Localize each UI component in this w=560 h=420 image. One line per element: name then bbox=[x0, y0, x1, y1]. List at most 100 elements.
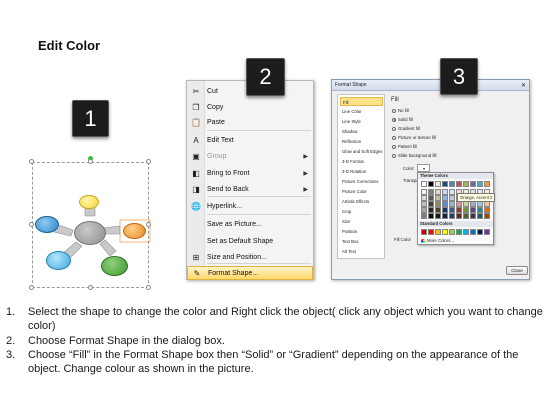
color-swatch[interactable] bbox=[463, 181, 469, 187]
fill-option-gradient-fill[interactable]: Gradient fill bbox=[392, 125, 420, 132]
radio-button[interactable] bbox=[392, 117, 396, 122]
fill-option-solid-fill[interactable]: Solid fill bbox=[392, 116, 413, 123]
menu-item-edit-text[interactable]: A Edit Text bbox=[187, 133, 313, 147]
color-swatch[interactable] bbox=[456, 213, 462, 219]
radio-button[interactable] bbox=[392, 108, 396, 113]
instruction-number: 3. bbox=[6, 348, 16, 361]
color-swatch[interactable] bbox=[484, 229, 490, 235]
color-swatch[interactable] bbox=[442, 181, 448, 187]
dialog-titlebar: Format Shape ✕ bbox=[332, 80, 529, 91]
color-swatch[interactable] bbox=[435, 181, 441, 187]
color-swatch[interactable] bbox=[463, 229, 469, 235]
instruction-number: 2. bbox=[6, 334, 16, 347]
radio-button[interactable] bbox=[392, 144, 396, 149]
color-swatch[interactable] bbox=[477, 229, 483, 235]
category-size[interactable]: Size bbox=[340, 217, 383, 226]
menu-item-bring-to-front[interactable]: ◧ Bring to Front ▶ bbox=[187, 166, 313, 180]
instruction-text: Choose Format Shape in the dialog box. bbox=[28, 334, 225, 347]
menu-item-size-and-position[interactable]: ⊞ Size and Position... bbox=[187, 250, 313, 264]
category-artistic-effects[interactable]: Artistic Effects bbox=[340, 197, 383, 206]
node-green[interactable] bbox=[101, 256, 128, 276]
more-colors-option[interactable]: More Colors... bbox=[421, 238, 454, 243]
category-shadow[interactable]: Shadow bbox=[340, 127, 383, 136]
step-three-number: 3 bbox=[452, 63, 466, 89]
standard-colors-row bbox=[421, 229, 490, 235]
color-swatch[interactable] bbox=[449, 213, 455, 219]
color-swatch[interactable] bbox=[428, 213, 434, 219]
menu-item-save-as-picture[interactable]: Save as Picture... bbox=[187, 217, 313, 231]
color-label: Color: bbox=[403, 165, 415, 171]
color-swatch[interactable] bbox=[421, 181, 427, 187]
fill-option-slide-background-fill[interactable]: Slide background fill bbox=[392, 152, 436, 159]
category-reflection[interactable]: Reflection bbox=[340, 137, 383, 146]
category-text-box[interactable]: Text Box bbox=[340, 237, 383, 246]
radio-button[interactable] bbox=[392, 126, 396, 131]
color-swatch[interactable] bbox=[435, 213, 441, 219]
color-swatch[interactable] bbox=[463, 213, 469, 219]
color-swatch[interactable] bbox=[456, 181, 462, 187]
fill-option-no-fill[interactable]: No fill bbox=[392, 107, 409, 114]
color-swatch[interactable] bbox=[470, 229, 476, 235]
node-blue[interactable] bbox=[35, 216, 59, 233]
close-icon[interactable]: ✕ bbox=[521, 81, 526, 92]
menu-item-label: Format Shape... bbox=[208, 269, 259, 277]
color-swatch[interactable] bbox=[428, 229, 434, 235]
close-button[interactable]: Close bbox=[506, 266, 528, 275]
fill-option-picture-or-texture-fill[interactable]: Picture or texture fill bbox=[392, 134, 436, 141]
swatch-tooltip: Orange, Accent 2 bbox=[457, 193, 496, 202]
menu-item-format-shape[interactable]: ✎ Format Shape... bbox=[187, 266, 313, 280]
category-3-d-rotation[interactable]: 3-D Rotation bbox=[340, 167, 383, 176]
menu-item-copy[interactable]: ❐ Copy bbox=[187, 100, 313, 114]
category-line-color[interactable]: Line Color bbox=[340, 107, 383, 116]
menu-item-send-to-back[interactable]: ◨ Send to Back ▶ bbox=[187, 182, 313, 196]
color-swatch[interactable] bbox=[449, 229, 455, 235]
color-swatch[interactable] bbox=[421, 229, 427, 235]
menu-item-group[interactable]: ▣ Group ▶ bbox=[187, 149, 313, 163]
category-position[interactable]: Position bbox=[340, 227, 383, 236]
category-alt-text[interactable]: Alt Text bbox=[340, 247, 383, 256]
color-swatch[interactable] bbox=[449, 181, 455, 187]
node-yellow[interactable] bbox=[79, 195, 99, 209]
category-line-style[interactable]: Line Style bbox=[340, 117, 383, 126]
size-position-icon: ⊞ bbox=[192, 252, 200, 262]
menu-item-label: Cut bbox=[207, 87, 218, 95]
color-swatch[interactable] bbox=[477, 213, 483, 219]
color-swatch[interactable] bbox=[484, 213, 490, 219]
radio-button[interactable] bbox=[392, 135, 396, 140]
menu-item-hyperlink[interactable]: 🌐 Hyperlink... bbox=[187, 199, 313, 213]
menu-item-label: Set as Default Shape bbox=[207, 237, 274, 245]
category-fill[interactable]: Fill bbox=[340, 97, 383, 106]
color-swatch[interactable] bbox=[477, 181, 483, 187]
paint-bucket-icon: ▾ bbox=[422, 165, 425, 171]
fill-heading: Fill bbox=[391, 97, 399, 103]
edit-text-icon: A bbox=[193, 135, 199, 145]
color-swatch[interactable] bbox=[421, 213, 427, 219]
color-swatch[interactable] bbox=[435, 229, 441, 235]
instruction-item: 1. Select the shape to change the color a… bbox=[6, 305, 551, 334]
category-3-d-format[interactable]: 3-D Format bbox=[340, 157, 383, 166]
color-swatch[interactable] bbox=[442, 213, 448, 219]
category-picture-corrections[interactable]: Picture Corrections bbox=[340, 177, 383, 186]
radio-button[interactable] bbox=[392, 153, 396, 158]
category-picture-color[interactable]: Picture Color bbox=[340, 187, 383, 196]
color-swatch[interactable] bbox=[484, 181, 490, 187]
color-swatch[interactable] bbox=[456, 229, 462, 235]
hub-diagram[interactable] bbox=[28, 156, 153, 290]
color-swatch[interactable] bbox=[428, 181, 434, 187]
color-palette: Theme Colors Standard Colors More Colors… bbox=[417, 172, 494, 245]
category-glow-and-soft-edges[interactable]: Glow and Soft Edges bbox=[340, 147, 383, 156]
node-cyan[interactable] bbox=[46, 251, 71, 270]
fill-option-pattern-fill[interactable]: Pattern fill bbox=[392, 143, 417, 150]
category-crop[interactable]: Crop bbox=[340, 207, 383, 216]
fill-option-label: Pattern fill bbox=[398, 144, 418, 149]
color-swatch[interactable] bbox=[470, 181, 476, 187]
color-swatch[interactable] bbox=[470, 213, 476, 219]
color-dropdown-button[interactable]: ▾ bbox=[417, 164, 431, 172]
color-swatch[interactable] bbox=[442, 229, 448, 235]
menu-separator bbox=[207, 196, 311, 197]
center-node[interactable] bbox=[74, 221, 106, 245]
menu-item-set-as-default-shape[interactable]: Set as Default Shape bbox=[187, 234, 313, 248]
fill-option-label: Gradient fill bbox=[398, 126, 420, 131]
node-orange[interactable] bbox=[123, 223, 146, 239]
menu-item-paste[interactable]: 📋 Paste bbox=[187, 115, 313, 129]
